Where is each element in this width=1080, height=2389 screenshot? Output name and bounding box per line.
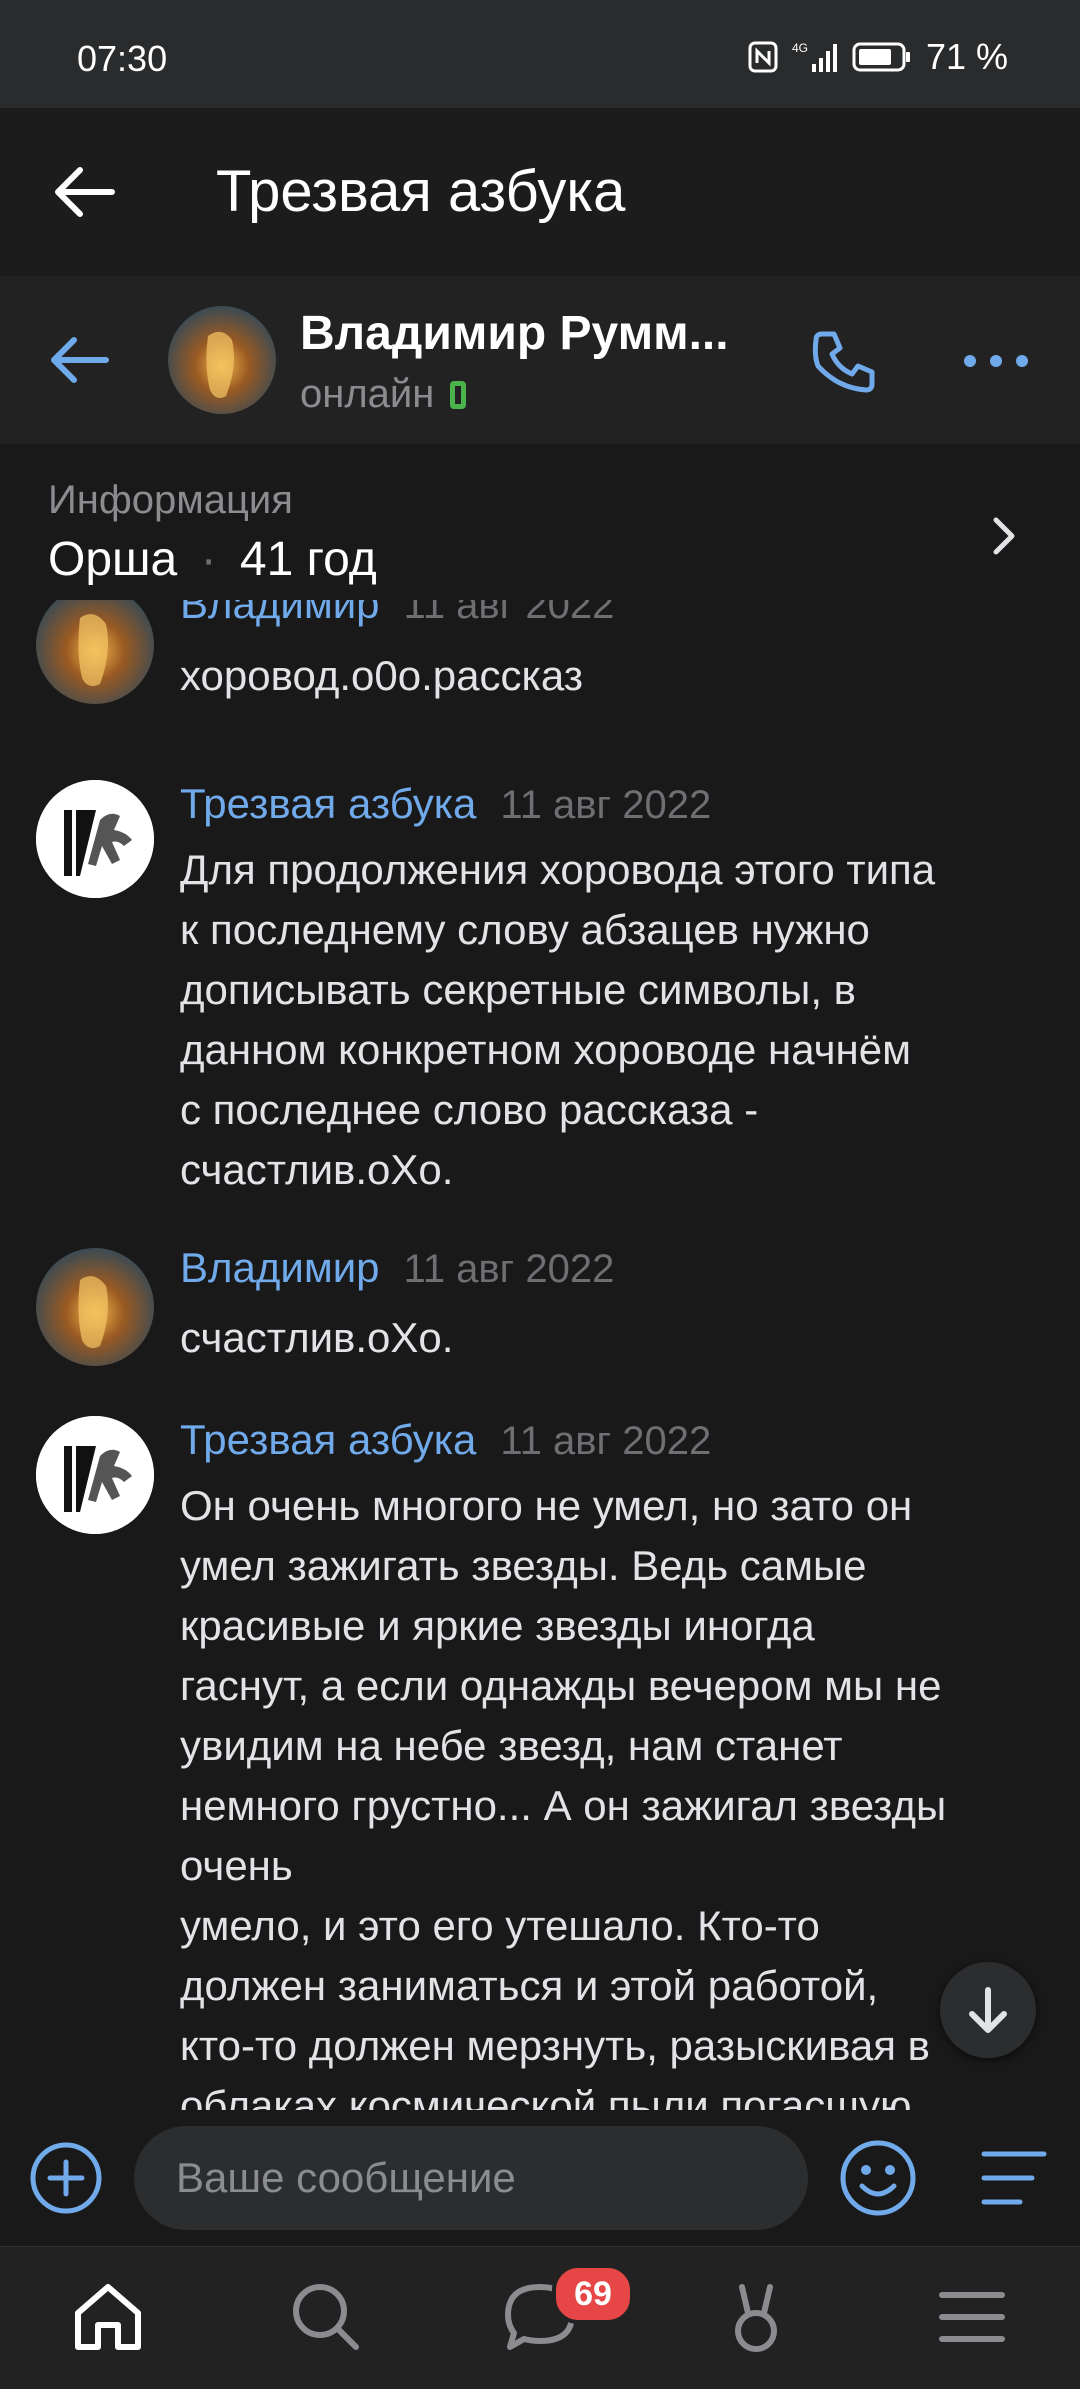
page-title: Трезвая азбука [216,159,626,224]
message-text: счастлив.oXo. [180,1314,454,1361]
message-author[interactable]: Трезвая азбука [180,780,476,827]
message-text: хоровод.o0o.рассказ [180,652,583,699]
phone-icon[interactable] [808,326,880,398]
info-separator: · [200,533,217,586]
message-input[interactable]: Ваше сообщение [134,2126,808,2230]
scroll-down-button[interactable] [940,1962,1036,2058]
emoji-icon[interactable] [838,2138,918,2218]
add-attachment-icon[interactable] [28,2140,104,2216]
avatar-photo [168,306,276,414]
messages-badge: 69 [552,2264,634,2324]
app-bar: Трезвая азбука [0,108,1080,276]
contact-status: онлайн [300,372,467,417]
message-date: 11 авг 2022 [403,1247,615,1291]
message-header: Владимир 11 авг 2022 [180,1244,614,1292]
sender-avatar[interactable] [36,1248,154,1366]
message-text: Он очень многого не умел, но зато он уме… [180,1482,947,2110]
search-icon[interactable] [288,2279,364,2355]
sender-avatar[interactable] [36,600,154,704]
signal-icon: 4G [792,41,837,72]
message-author[interactable]: Владимир [180,1244,380,1291]
message-date: 11 авг 2022 [500,783,712,827]
menu-icon[interactable] [934,2279,1010,2355]
home-icon[interactable] [70,2279,146,2355]
status-bar: 07:30 4G 71 % [0,0,1080,108]
message-header: Владимир 11 авг 2022 [180,600,614,628]
sender-avatar[interactable] [36,1416,154,1534]
status-icons: 4G 71 % [748,36,1008,78]
chat-header: Владимир Румм... онлайн [0,276,1080,445]
mobile-online-icon [450,380,467,409]
message-header: Трезвая азбука 11 авг 2022 [180,780,711,828]
avatar-photo [36,600,154,704]
contact-info[interactable]: Информация Орша · 41 год [0,444,1080,600]
message-list[interactable]: Владимир 11 авг 2022 хоровод.o0o.рассказ … [0,600,1080,2110]
status-time: 07:30 [77,38,168,79]
contact-avatar[interactable] [168,306,276,414]
status-text: онлайн [300,372,435,416]
chat-back-icon[interactable] [44,330,114,390]
chevron-right-icon [993,517,1015,555]
sender-avatar[interactable] [36,780,154,898]
message-header: Трезвая азбука 11 авг 2022 [180,1416,711,1464]
message-composer: Ваше сообщение [0,2110,1080,2246]
back-arrow-icon[interactable] [48,162,120,222]
avatar-logo [36,1416,154,1534]
avatar-logo [36,780,154,898]
avatar-photo [36,1248,154,1366]
info-value: Орша · 41 год [48,532,377,587]
battery-percent: 71 % [925,36,1008,77]
message-text: Для продолжения хоровода этого типа к по… [180,846,936,1193]
battery-icon [852,42,910,72]
arrow-down-icon [969,1987,1007,2033]
info-label: Информация [48,478,293,522]
keyboard-menu-icon[interactable] [980,2146,1048,2210]
clips-icon[interactable] [718,2279,794,2355]
contact-name[interactable]: Владимир Румм... [300,306,729,361]
bottom-tab-bar [0,2246,1080,2389]
message-author[interactable]: Владимир [180,600,380,627]
message-date: 11 авг 2022 [500,1419,712,1463]
info-age: 41 год [239,533,377,586]
info-city: Орша [48,533,178,586]
message-author[interactable]: Трезвая азбука [180,1416,476,1463]
network-type-label: 4G [792,41,808,55]
message-date: 11 авг 2022 [403,600,615,627]
nfc-icon [748,41,778,73]
more-icon[interactable] [960,346,1032,376]
